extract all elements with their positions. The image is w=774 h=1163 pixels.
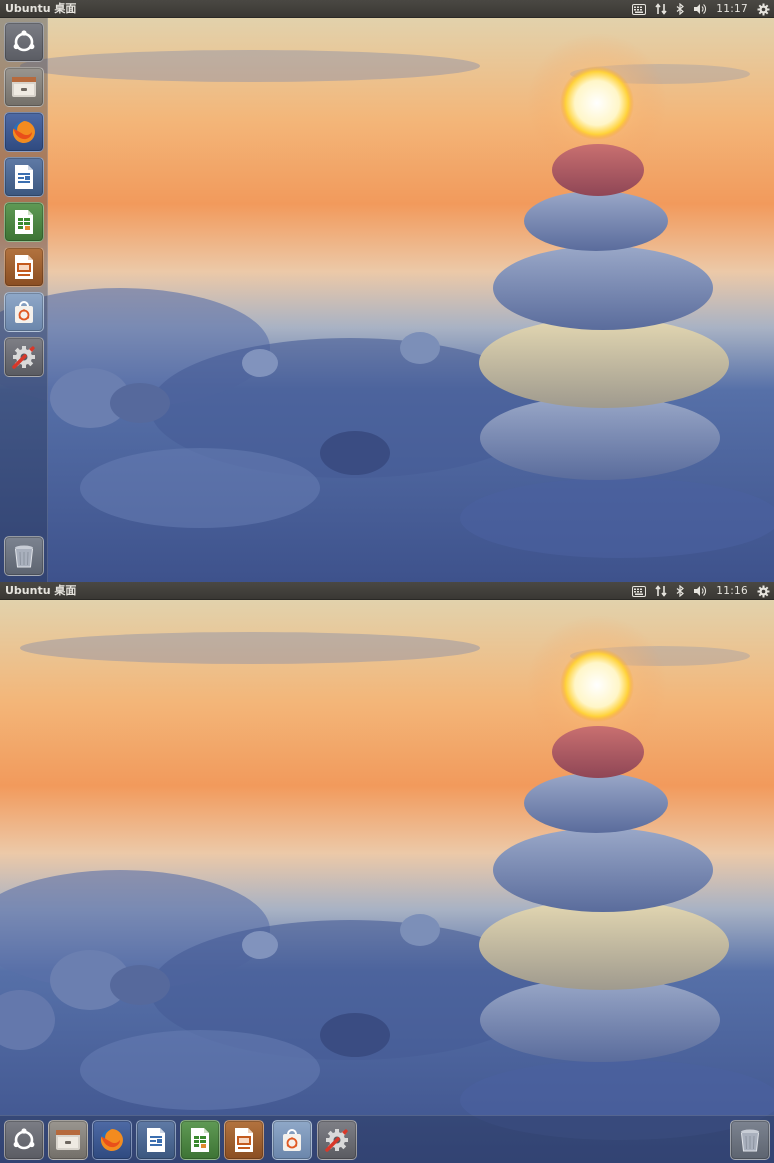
desktop-wallpaper: [0, 600, 774, 1163]
desktop-screen-top: Ubuntu 桌面 11:17: [0, 0, 774, 582]
ubuntu-software-icon[interactable]: [4, 292, 44, 332]
indicator-area: 11:17: [623, 0, 770, 18]
firefox-icon[interactable]: [4, 112, 44, 152]
panel-title: Ubuntu 桌面: [5, 584, 77, 597]
launcher-bottom: [0, 1115, 774, 1163]
volume-icon[interactable]: [693, 582, 707, 600]
panel-title: Ubuntu 桌面: [5, 2, 77, 15]
clock[interactable]: 11:16: [716, 582, 748, 600]
libreoffice-calc-icon[interactable]: [180, 1120, 220, 1160]
ubuntu-software-icon[interactable]: [272, 1120, 312, 1160]
volume-icon[interactable]: [693, 0, 707, 18]
dash-home-icon[interactable]: [4, 1120, 44, 1160]
libreoffice-writer-icon[interactable]: [4, 157, 44, 197]
system-settings-icon[interactable]: [317, 1120, 357, 1160]
firefox-icon[interactable]: [92, 1120, 132, 1160]
files-icon[interactable]: [4, 67, 44, 107]
libreoffice-impress-icon[interactable]: [224, 1120, 264, 1160]
launcher-left: [0, 18, 48, 582]
libreoffice-calc-icon[interactable]: [4, 202, 44, 242]
indicator-area: 11:16: [623, 582, 770, 600]
system-settings-icon[interactable]: [4, 337, 44, 377]
keyboard-icon[interactable]: [632, 582, 647, 600]
clock[interactable]: 11:17: [716, 0, 748, 18]
trash-icon[interactable]: [730, 1120, 770, 1160]
bluetooth-icon[interactable]: [676, 582, 685, 600]
settings-gear-icon[interactable]: [757, 582, 770, 600]
top-panel: Ubuntu 桌面 11:16: [0, 582, 774, 600]
files-icon[interactable]: [48, 1120, 88, 1160]
libreoffice-impress-icon[interactable]: [4, 247, 44, 287]
top-panel: Ubuntu 桌面 11:17: [0, 0, 774, 18]
bluetooth-icon[interactable]: [676, 0, 685, 18]
desktop-wallpaper: [0, 18, 774, 582]
network-icon[interactable]: [655, 0, 667, 18]
trash-icon[interactable]: [4, 536, 44, 576]
dash-home-icon[interactable]: [4, 22, 44, 62]
libreoffice-writer-icon[interactable]: [136, 1120, 176, 1160]
network-icon[interactable]: [655, 582, 667, 600]
keyboard-icon[interactable]: [632, 0, 647, 18]
settings-gear-icon[interactable]: [757, 0, 770, 18]
desktop-screen-bottom: Ubuntu 桌面 11:16: [0, 582, 774, 1163]
